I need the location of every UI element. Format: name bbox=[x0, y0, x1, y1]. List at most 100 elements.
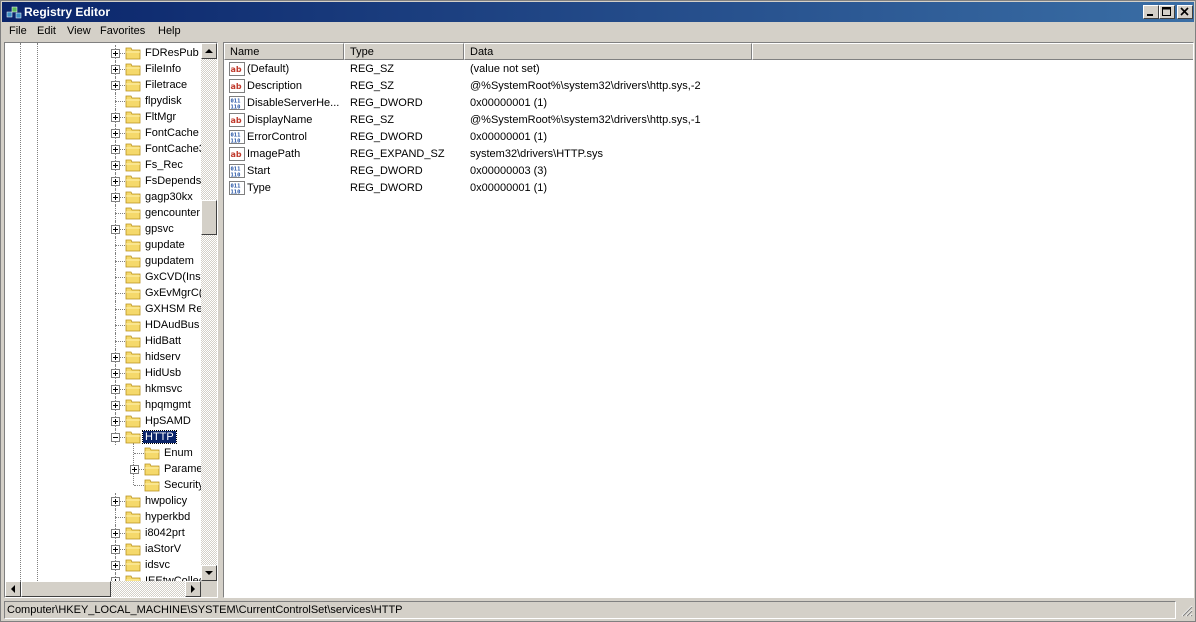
tree-item[interactable]: iaStorV bbox=[5, 541, 201, 557]
tree-item-label[interactable]: hidserv bbox=[143, 351, 182, 363]
tree-item-label[interactable]: Filetrace bbox=[143, 79, 189, 91]
collapse-icon[interactable] bbox=[111, 433, 120, 442]
tree-item[interactable]: FsDepends bbox=[5, 173, 201, 189]
tree-item-label[interactable]: hyperkbd bbox=[143, 511, 192, 523]
scroll-right-button[interactable] bbox=[185, 581, 201, 597]
scroll-left-button[interactable] bbox=[5, 581, 21, 597]
expand-icon[interactable] bbox=[111, 177, 120, 186]
tree-item-label[interactable]: FileInfo bbox=[143, 63, 183, 75]
tree-item-label[interactable]: Fs_Rec bbox=[143, 159, 185, 171]
tree-item[interactable]: IEEtwCollect bbox=[5, 573, 201, 581]
tree-item-label[interactable]: FsDepends bbox=[143, 175, 201, 187]
tree-item-label[interactable]: FontCache3 bbox=[143, 143, 201, 155]
tree-item[interactable]: hidserv bbox=[5, 349, 201, 365]
tree-item[interactable]: hyperkbd bbox=[5, 509, 201, 525]
tree-item[interactable]: hkmsvc bbox=[5, 381, 201, 397]
tree-item-label[interactable]: HpSAMD bbox=[143, 415, 193, 427]
tree-item-label[interactable]: hkmsvc bbox=[143, 383, 184, 395]
title-bar[interactable]: Registry Editor bbox=[2, 2, 1194, 22]
expand-icon[interactable] bbox=[111, 497, 120, 506]
tree-item[interactable]: GxCVD(Insta bbox=[5, 269, 201, 285]
tree-item-label[interactable]: GXHSM Reca bbox=[143, 303, 201, 315]
tree-item-label[interactable]: FontCache bbox=[143, 127, 201, 139]
tree-item-label[interactable]: gupdatem bbox=[143, 255, 196, 267]
expand-icon[interactable] bbox=[111, 417, 120, 426]
tree-item[interactable]: FltMgr bbox=[5, 109, 201, 125]
tree-item-label[interactable]: HDAudBus bbox=[143, 319, 201, 331]
tree-item[interactable]: GxEvMgrC(I bbox=[5, 285, 201, 301]
expand-icon[interactable] bbox=[111, 545, 120, 554]
expand-icon[interactable] bbox=[111, 49, 120, 58]
value-row[interactable]: ab (Default) REG_SZ (value not set) bbox=[224, 61, 1193, 78]
menu-help[interactable]: Help bbox=[158, 25, 181, 37]
expand-icon[interactable] bbox=[111, 81, 120, 90]
tree-item-label[interactable]: HidBatt bbox=[143, 335, 183, 347]
tree-vertical-scrollbar[interactable] bbox=[201, 43, 217, 581]
tree-item[interactable]: GXHSM Reca bbox=[5, 301, 201, 317]
tree-horizontal-scrollbar[interactable] bbox=[5, 581, 201, 597]
value-row[interactable]: ab ImagePath REG_EXPAND_SZ system32\drivers… bbox=[224, 146, 1193, 163]
value-row[interactable]: 011 110 Type REG_DWORD 0x00000001 (1) bbox=[224, 180, 1193, 197]
expand-icon[interactable] bbox=[111, 145, 120, 154]
tree-item[interactable]: hpqmgmt bbox=[5, 397, 201, 413]
tree-item-label[interactable]: i8042prt bbox=[143, 527, 187, 539]
tree-item-label[interactable]: gpsvc bbox=[143, 223, 176, 235]
tree-item[interactable]: Enum bbox=[5, 445, 201, 461]
tree-item-label[interactable]: hpqmgmt bbox=[143, 399, 193, 411]
tree-item[interactable]: FontCache3 bbox=[5, 141, 201, 157]
tree-item[interactable]: HpSAMD bbox=[5, 413, 201, 429]
selected-key-label[interactable]: HTTP bbox=[142, 430, 177, 444]
expand-icon[interactable] bbox=[111, 113, 120, 122]
close-button[interactable] bbox=[1177, 5, 1193, 19]
tree-item-label[interactable]: GxEvMgrC(I bbox=[143, 287, 201, 299]
minimize-button[interactable] bbox=[1143, 5, 1159, 19]
tree-item[interactable]: FileInfo bbox=[5, 61, 201, 77]
tree-item[interactable]: FDResPub bbox=[5, 45, 201, 61]
tree-item[interactable]: HidUsb bbox=[5, 365, 201, 381]
tree-item-label[interactable]: Security bbox=[162, 479, 201, 491]
expand-icon[interactable] bbox=[111, 561, 120, 570]
tree-item[interactable]: Fs_Rec bbox=[5, 157, 201, 173]
key-tree-pane[interactable]: FDResPub FileInfo Filetrace flpydisk FltMgr F… bbox=[4, 42, 218, 598]
tree-item-label[interactable]: FDResPub bbox=[143, 47, 201, 59]
tree-item-label[interactable]: gupdate bbox=[143, 239, 187, 251]
menu-favorites[interactable]: Favorites bbox=[100, 25, 145, 37]
value-row[interactable]: 011 110 ErrorControl REG_DWORD 0x00000001 (1… bbox=[224, 129, 1193, 146]
tree-item[interactable]: Filetrace bbox=[5, 77, 201, 93]
column-header-name[interactable]: Name bbox=[224, 43, 344, 60]
tree-item[interactable]: gagp30kx bbox=[5, 189, 201, 205]
tree-item[interactable]: idsvc bbox=[5, 557, 201, 573]
column-header-type[interactable]: Type bbox=[344, 43, 464, 60]
tree-item-label[interactable]: GxCVD(Insta bbox=[143, 271, 201, 283]
value-row[interactable]: ab DisplayName REG_SZ @%SystemRoot%\system3… bbox=[224, 112, 1193, 129]
value-row[interactable]: 011 110 DisableServerHe... REG_DWORD 0x00000… bbox=[224, 95, 1193, 112]
tree-item[interactable]: gupdate bbox=[5, 237, 201, 253]
expand-icon[interactable] bbox=[111, 529, 120, 538]
tree-item-label[interactable]: idsvc bbox=[143, 559, 172, 571]
tree-item-label[interactable]: gencounter bbox=[143, 207, 201, 219]
tree-item[interactable]: Paramet bbox=[5, 461, 201, 477]
tree-item-label[interactable]: Paramet bbox=[162, 463, 201, 475]
menu-edit[interactable]: Edit bbox=[37, 25, 56, 37]
expand-icon[interactable] bbox=[111, 385, 120, 394]
tree-hscroll-thumb[interactable] bbox=[21, 581, 111, 597]
tree-item[interactable]: flpydisk bbox=[5, 93, 201, 109]
scroll-up-button[interactable] bbox=[201, 43, 217, 59]
column-header-data[interactable]: Data bbox=[464, 43, 752, 60]
tree-item[interactable]: HTTP bbox=[5, 429, 201, 445]
menu-view[interactable]: View bbox=[67, 25, 91, 37]
tree-item[interactable]: hwpolicy bbox=[5, 493, 201, 509]
value-row[interactable]: 011 110 Start REG_DWORD 0x00000003 (3) bbox=[224, 163, 1193, 180]
expand-icon[interactable] bbox=[111, 193, 120, 202]
expand-icon[interactable] bbox=[111, 129, 120, 138]
scroll-down-button[interactable] bbox=[201, 565, 217, 581]
expand-icon[interactable] bbox=[111, 353, 120, 362]
expand-icon[interactable] bbox=[111, 369, 120, 378]
resize-grip-icon[interactable] bbox=[1180, 604, 1193, 617]
tree-item[interactable]: gupdatem bbox=[5, 253, 201, 269]
tree-item-label[interactable]: gagp30kx bbox=[143, 191, 195, 203]
tree-item-label[interactable]: hwpolicy bbox=[143, 495, 189, 507]
expand-icon[interactable] bbox=[111, 225, 120, 234]
values-list-pane[interactable]: Name Type Data ab (Default) REG_SZ (value n… bbox=[223, 42, 1194, 598]
tree-item[interactable]: gpsvc bbox=[5, 221, 201, 237]
